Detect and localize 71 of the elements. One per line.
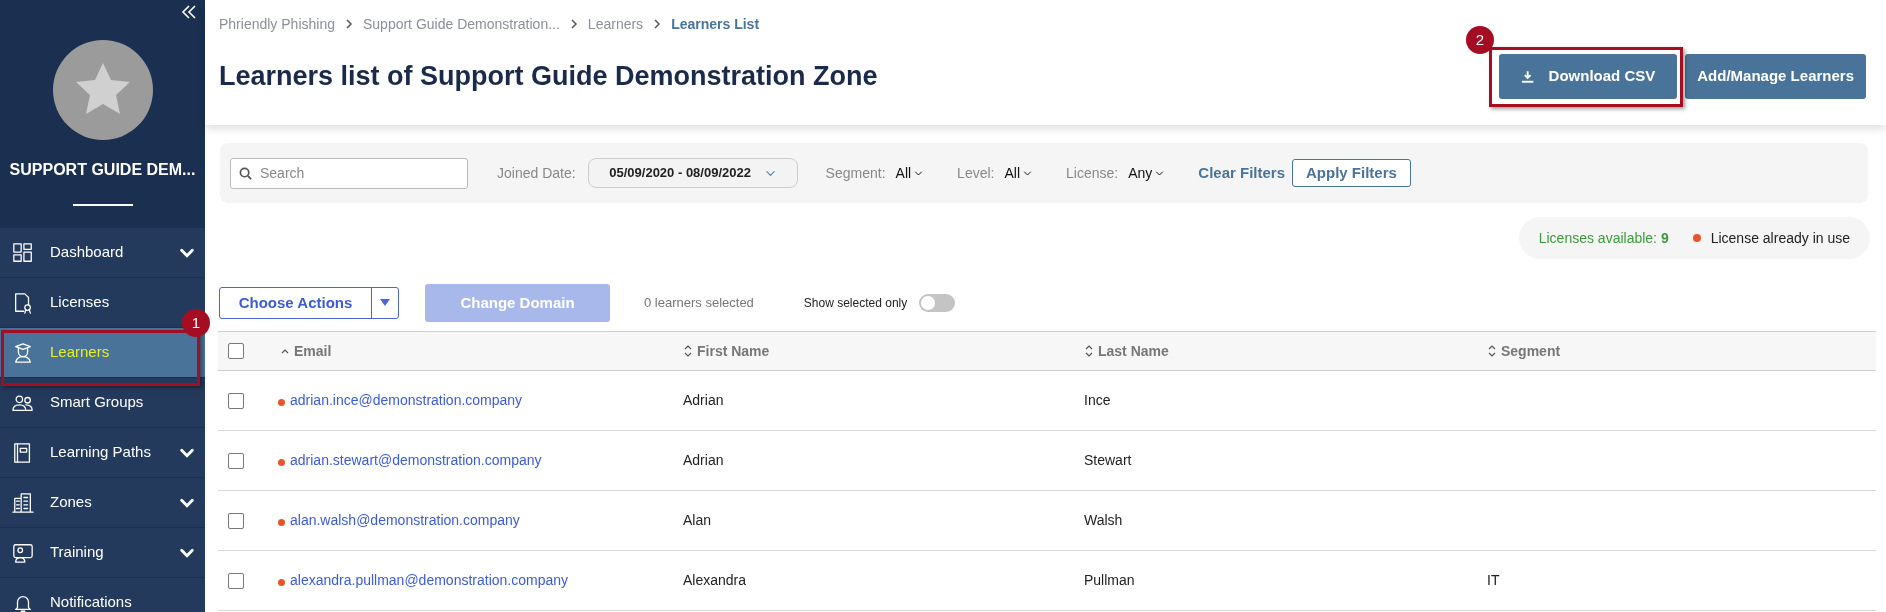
- building-icon: [12, 491, 34, 514]
- zone-name: SUPPORT GUIDE DEM...: [9, 160, 196, 180]
- filter-label: Level:: [957, 163, 995, 183]
- certificate-icon: [12, 291, 34, 314]
- email-link[interactable]: alexandra.pullman@demonstration.company: [290, 570, 569, 591]
- table-cell-text: Stewart: [1084, 451, 1133, 470]
- chevron-right-icon: [653, 19, 662, 29]
- checkbox[interactable]: [228, 572, 244, 589]
- filter-dropdown[interactable]: Any: [1128, 162, 1165, 184]
- column-header[interactable]: First Name: [683, 340, 1084, 362]
- page-title: Learners list of Support Guide Demonstration Zone: [219, 60, 878, 94]
- apply-filters-button[interactable]: Apply Filters: [1292, 159, 1411, 187]
- zone-avatar-icon: [52, 40, 153, 140]
- table-cell-text: Adrian: [683, 451, 725, 470]
- column-header[interactable]: Email: [278, 340, 683, 362]
- filter-label: License:: [1066, 163, 1119, 183]
- checkbox[interactable]: [228, 452, 244, 469]
- choose-actions-dropdown[interactable]: Choose Actions: [219, 287, 399, 319]
- breadcrumb-link[interactable]: Support Guide Demonstration...: [362, 13, 560, 35]
- grid-icon: [12, 241, 34, 264]
- filter-label: Segment:: [825, 163, 886, 183]
- checkbox[interactable]: [228, 512, 244, 529]
- search-field[interactable]: Search: [230, 157, 468, 189]
- breadcrumb-link[interactable]: Learners: [587, 13, 644, 35]
- email-link[interactable]: adrian.stewart@demonstration.company: [290, 450, 542, 471]
- column-header[interactable]: Last Name: [1084, 340, 1487, 362]
- toggle-switch[interactable]: [919, 294, 956, 312]
- chevron-down-icon: [914, 168, 924, 178]
- toggle-label: Show selected only: [803, 295, 908, 312]
- licenses-available-text: Licenses available: 9: [1538, 228, 1669, 248]
- selection-count: 0 learners selected: [644, 294, 754, 313]
- sidebar-item[interactable]: Learners: [0, 328, 205, 378]
- table-cell-text: Adrian: [683, 391, 725, 410]
- sidebar-item[interactable]: Notifications: [0, 578, 205, 612]
- sidebar-item[interactable]: Zones: [0, 478, 205, 528]
- table-cell-text: Alexandra: [683, 571, 748, 590]
- table-cell-text: Ince: [1084, 391, 1112, 410]
- table-cell-text: Walsh: [1084, 511, 1124, 530]
- search-icon: [239, 166, 252, 180]
- breadcrumb-current: Learners List: [671, 14, 760, 34]
- sidebar-item[interactable]: Training: [0, 528, 205, 578]
- chevron-right-icon: [569, 19, 578, 29]
- filter-label: Joined Date:: [497, 163, 576, 183]
- clear-filters-link[interactable]: Clear Filters: [1198, 161, 1286, 185]
- graduate-icon: [12, 341, 34, 364]
- checkbox[interactable]: [228, 392, 244, 409]
- filter-dropdown[interactable]: All: [895, 162, 924, 184]
- email-link[interactable]: adrian.ince@demonstration.company: [290, 390, 523, 411]
- collapse-icon[interactable]: [181, 4, 197, 20]
- table-cell-text: Alan: [683, 511, 713, 530]
- sidebar-item[interactable]: Smart Groups: [0, 378, 205, 428]
- sidebar-item[interactable]: Learning Paths: [0, 428, 205, 478]
- sidebar-item[interactable]: Dashboard: [0, 228, 205, 278]
- chevron-right-icon: [344, 19, 353, 29]
- email-link[interactable]: alan.walsh@demonstration.company: [290, 510, 520, 531]
- screen-person-icon: [12, 541, 34, 564]
- search-input[interactable]: Search: [260, 162, 459, 184]
- legend-text: License already in use: [1710, 228, 1850, 248]
- caret-down-icon: [380, 299, 390, 307]
- download-button[interactable]: Download CSV: [1499, 54, 1678, 99]
- manage-learners-button[interactable]: Add/Manage Learners: [1685, 54, 1866, 99]
- checkbox[interactable]: [228, 343, 244, 359]
- chevron-down-icon: [1023, 168, 1033, 178]
- filter-dropdown[interactable]: All: [1004, 162, 1033, 184]
- chevron-down-icon: [1155, 168, 1165, 178]
- date-range-picker[interactable]: 05/09/2020 - 08/09/2022: [587, 158, 798, 188]
- breadcrumb-link[interactable]: Phriendly Phishing: [219, 13, 335, 35]
- table-cell-text: IT: [1487, 571, 1501, 590]
- table-cell-text: Pullman: [1084, 571, 1136, 590]
- column-header[interactable]: Segment: [1487, 340, 1876, 362]
- download-icon: [1521, 69, 1535, 84]
